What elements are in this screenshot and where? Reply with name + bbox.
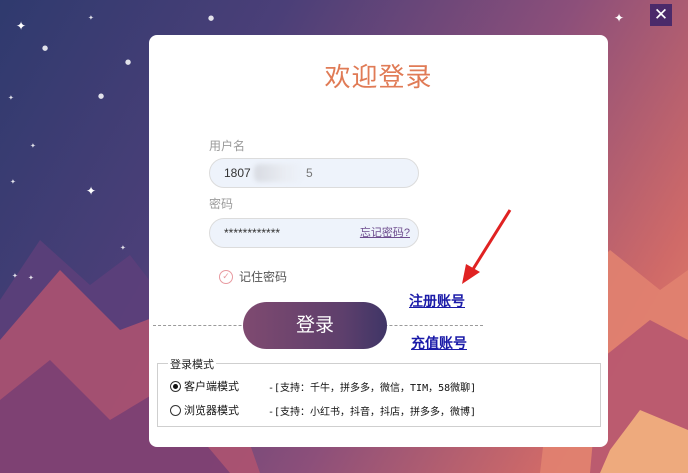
mode-option-browser[interactable]: 浏览器模式 -[支持：小红书，抖音，抖店，拼多多，微博] bbox=[170, 402, 476, 418]
remember-password-checkbox[interactable]: ✓ 记住密码 bbox=[219, 268, 287, 285]
forgot-password-link[interactable]: 忘记密码? bbox=[360, 219, 410, 247]
radio-unselected[interactable] bbox=[170, 404, 181, 416]
login-mode-group: 登录模式 客户端模式 -[支持：千牛，拼多多，微信，TIM，58微聊] 浏览器模… bbox=[157, 356, 601, 427]
radio-selected[interactable] bbox=[170, 380, 181, 392]
close-icon: ✕ bbox=[653, 5, 669, 25]
star-icon: ✦ bbox=[120, 244, 126, 252]
star-icon: ✦ bbox=[88, 14, 94, 22]
arrow-icon bbox=[462, 209, 512, 284]
mode-option-desc: -[支持：小红书，抖音，抖店，拼多多，微博] bbox=[268, 406, 477, 418]
login-dialog: 欢迎登录 用户名 1807 5 密码 ************ 忘记密码? ✓ … bbox=[149, 35, 608, 447]
redacted-mask bbox=[254, 164, 304, 182]
star-icon: ● bbox=[42, 44, 49, 52]
star-icon: ● bbox=[98, 92, 105, 100]
mode-option-label: 浏览器模式 bbox=[184, 405, 239, 417]
star-icon: ✦ bbox=[10, 178, 16, 186]
star-icon: ● bbox=[208, 14, 215, 22]
username-suffix: 5 bbox=[306, 166, 313, 180]
star-icon: ✦ bbox=[30, 142, 36, 150]
star-icon: ✦ bbox=[16, 19, 27, 33]
check-icon: ✓ bbox=[219, 269, 233, 284]
mode-option-desc: -[支持：千牛，拼多多，微信，TIM，58微聊] bbox=[268, 382, 477, 394]
mode-option-client[interactable]: 客户端模式 -[支持：千牛，拼多多，微信，TIM，58微聊] bbox=[170, 378, 476, 394]
password-label: 密码 bbox=[209, 197, 234, 211]
recharge-link[interactable]: 充值账号 bbox=[411, 333, 467, 353]
password-value: ************ bbox=[224, 226, 281, 240]
dialog-title: 欢迎登录 bbox=[324, 63, 433, 93]
star-icon: ✦ bbox=[86, 184, 97, 198]
star-icon: ✦ bbox=[614, 11, 625, 25]
mode-option-label: 客户端模式 bbox=[184, 381, 239, 393]
register-link[interactable]: 注册账号 bbox=[409, 291, 465, 311]
username-label: 用户名 bbox=[209, 139, 246, 153]
username-value: 1807 bbox=[224, 166, 251, 180]
star-icon: ✦ bbox=[12, 272, 18, 280]
login-mode-title: 登录模式 bbox=[168, 356, 216, 372]
star-icon: ✦ bbox=[8, 94, 14, 102]
star-icon: ● bbox=[125, 58, 132, 66]
star-icon: ✦ bbox=[28, 274, 34, 282]
login-button[interactable]: 登录 bbox=[243, 302, 387, 349]
password-field[interactable]: ************ 忘记密码? bbox=[209, 218, 419, 248]
close-button[interactable]: ✕ bbox=[650, 4, 672, 26]
username-field[interactable]: 1807 5 bbox=[209, 158, 419, 188]
remember-label: 记住密码 bbox=[239, 270, 288, 284]
